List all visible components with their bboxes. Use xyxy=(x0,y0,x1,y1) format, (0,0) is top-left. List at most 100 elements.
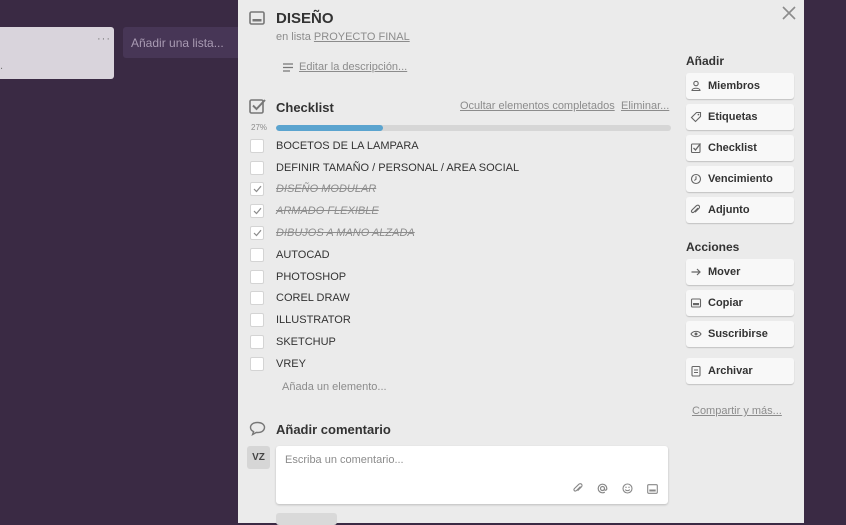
card-icon[interactable] xyxy=(647,483,658,494)
copy-icon xyxy=(684,297,708,309)
edit-description-label: Editar la descripción... xyxy=(299,61,408,73)
archive-icon xyxy=(684,365,708,377)
checklist-item-text[interactable]: PHOTOSHOP xyxy=(276,271,346,283)
checklist-progress-fill xyxy=(276,125,383,131)
card-icon xyxy=(249,11,265,25)
button-label: Etiquetas xyxy=(708,111,758,123)
checklist-item-text[interactable]: DEFINIR TAMAÑO / PERSONAL / AREA SOCIAL xyxy=(276,162,519,174)
checklist-item-text[interactable]: VREY xyxy=(276,358,306,370)
checklist-item-checkbox[interactable] xyxy=(250,204,264,219)
add-item-link[interactable]: Añada un elemento... xyxy=(282,381,387,393)
miembros-button[interactable]: Miembros xyxy=(686,73,794,99)
button-label: Suscribirse xyxy=(708,328,768,340)
checklist-item-checkbox[interactable] xyxy=(250,182,264,197)
mover-button[interactable]: Mover xyxy=(686,259,794,285)
checklist-item-text[interactable]: ILLUSTRATOR xyxy=(276,314,351,326)
checklist-item-checkbox[interactable] xyxy=(250,335,264,350)
etiquetas-button[interactable]: Etiquetas xyxy=(686,104,794,130)
comment-tools xyxy=(573,483,658,494)
checklist-item[interactable]: PHOTOSHOP xyxy=(250,266,690,288)
comment-title: Añadir comentario xyxy=(276,422,391,437)
checklist-item-text[interactable]: COREL DRAW xyxy=(276,292,350,304)
eye-icon xyxy=(684,328,708,340)
button-label: Adjunto xyxy=(708,204,750,216)
checklist-item-text[interactable]: AUTOCAD xyxy=(276,249,330,261)
checklist-item-text[interactable]: BOCETOS DE LA LAMPARA xyxy=(276,140,419,152)
edit-description-link[interactable]: Editar la descripción... xyxy=(283,61,407,73)
clock-icon xyxy=(684,173,708,185)
checklist-item-text[interactable]: DIBUJOS A MANO ALZADA xyxy=(276,227,415,239)
card-modal: DISEÑO en lista PROYECTO FINAL Editar la… xyxy=(238,0,804,525)
hide-completed-link[interactable]: Ocultar elementos completados xyxy=(460,100,615,112)
checklist-item-text[interactable]: ARMADO FLEXIBLE xyxy=(276,205,379,217)
checklist-button[interactable]: Checklist xyxy=(686,135,794,161)
description-icon xyxy=(283,62,293,72)
button-label: Archivar xyxy=(708,365,753,377)
checklist-item-checkbox[interactable] xyxy=(250,160,264,175)
checklist-item-checkbox[interactable] xyxy=(250,269,264,284)
check-icon xyxy=(253,208,261,215)
button-label: Copiar xyxy=(708,297,743,309)
checklist-item[interactable]: BOCETOS DE LA LAMPARA xyxy=(250,135,690,157)
checklist-item[interactable]: COREL DRAW xyxy=(250,288,690,310)
check-icon xyxy=(253,186,261,193)
share-more-link[interactable]: Compartir y más... xyxy=(692,405,782,417)
button-label: Mover xyxy=(708,266,741,278)
adjunto-button[interactable]: Adjunto xyxy=(686,197,794,223)
arrow-right-icon xyxy=(684,266,708,278)
paperclip-icon[interactable] xyxy=(573,483,583,494)
checklist-item[interactable]: VREY xyxy=(250,353,690,375)
button-label: Vencimiento xyxy=(708,173,773,185)
checklist-items: BOCETOS DE LA LAMPARA DEFINIR TAMAÑO / PE… xyxy=(250,135,690,375)
checklist-item-checkbox[interactable] xyxy=(250,313,264,328)
checklist-item[interactable]: ILLUSTRATOR xyxy=(250,309,690,331)
button-label: Miembros xyxy=(708,80,760,92)
checklist-title[interactable]: Checklist xyxy=(276,100,334,115)
checklist-item[interactable]: DEFINIR TAMAÑO / PERSONAL / AREA SOCIAL xyxy=(250,157,690,179)
emoji-icon[interactable] xyxy=(622,483,633,494)
checklist-item-checkbox[interactable] xyxy=(250,247,264,262)
avatar[interactable]: VZ xyxy=(247,446,270,469)
at-icon[interactable] xyxy=(597,483,608,494)
checklist-item[interactable]: DISEÑO MODULAR xyxy=(250,179,690,201)
paperclip-icon xyxy=(684,204,708,216)
add-heading: Añadir xyxy=(686,54,725,68)
copiar-button[interactable]: Copiar xyxy=(686,290,794,316)
add-list-button[interactable]: Añadir una lista... xyxy=(123,27,238,58)
delete-checklist-link[interactable]: Eliminar... xyxy=(621,100,669,112)
tag-icon xyxy=(684,111,708,123)
list-menu-icon[interactable]: ··· xyxy=(97,33,111,45)
add-list-label: Añadir una lista... xyxy=(131,36,224,50)
checklist-item[interactable]: ARMADO FLEXIBLE xyxy=(250,200,690,222)
card-title[interactable]: DISEÑO xyxy=(276,10,334,27)
actions-heading: Acciones xyxy=(686,240,740,254)
checklist-icon xyxy=(249,99,266,114)
suscribirse-button[interactable]: Suscribirse xyxy=(686,321,794,347)
list-reference: en lista PROYECTO FINAL xyxy=(276,31,410,43)
checklist-item-text[interactable]: DISEÑO MODULAR xyxy=(276,183,376,195)
checklist-item-checkbox[interactable] xyxy=(250,226,264,241)
checklist-item[interactable]: DIBUJOS A MANO ALZADA xyxy=(250,222,690,244)
checklist-item-text[interactable]: SKETCHUP xyxy=(276,336,336,348)
checklist-percent: 27% xyxy=(251,123,268,132)
comment-icon xyxy=(249,421,266,436)
archivar-button[interactable]: Archivar xyxy=(686,358,794,384)
comment-placeholder: Escriba un comentario... xyxy=(285,454,404,466)
list-fragment: . xyxy=(0,60,4,72)
board-list[interactable]: ··· xyxy=(0,27,114,79)
checklist-item-checkbox[interactable] xyxy=(250,138,264,153)
checklist-progress-bar xyxy=(276,125,671,131)
checklist-item-checkbox[interactable] xyxy=(250,291,264,306)
comment-input[interactable]: Escriba un comentario... xyxy=(276,446,668,504)
close-icon[interactable] xyxy=(780,4,798,22)
checklist-item[interactable]: AUTOCAD xyxy=(250,244,690,266)
checklist-item-checkbox[interactable] xyxy=(250,356,264,371)
list-link[interactable]: PROYECTO FINAL xyxy=(314,31,410,43)
checkbox-icon xyxy=(684,142,708,154)
check-icon xyxy=(253,229,261,237)
in-list-prefix: en lista xyxy=(276,31,311,43)
vencimiento-button[interactable]: Vencimiento xyxy=(686,166,794,192)
checklist-item[interactable]: SKETCHUP xyxy=(250,331,690,353)
save-comment-button[interactable] xyxy=(276,513,337,525)
button-label: Checklist xyxy=(708,142,757,154)
